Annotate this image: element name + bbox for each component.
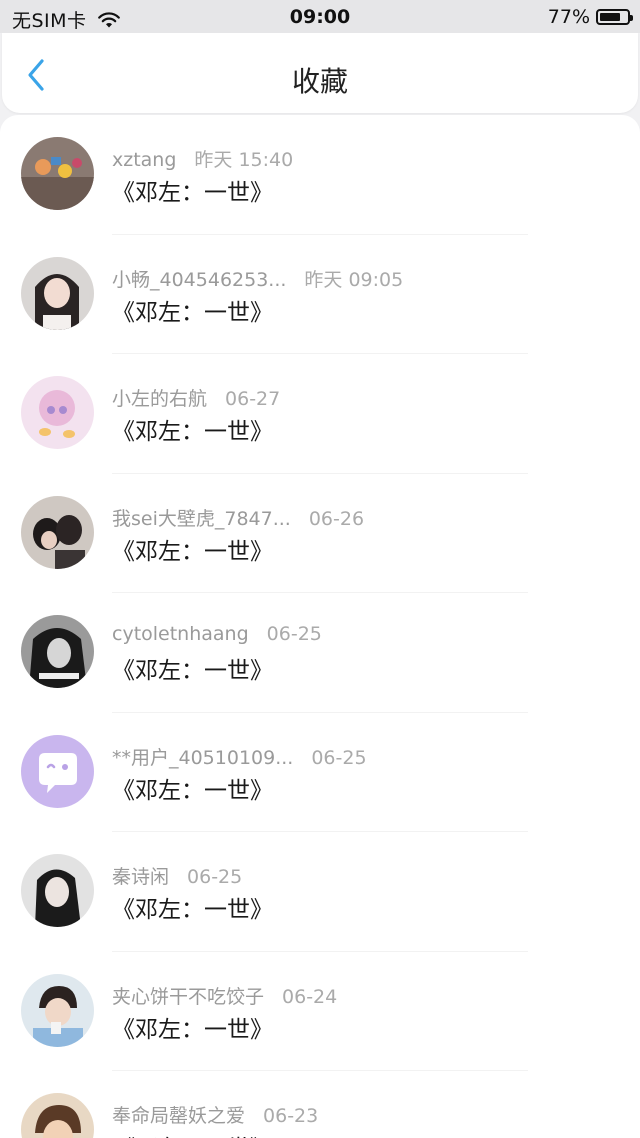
battery-percent: 77% [547, 6, 590, 28]
item-username[interactable]: 秦诗闲 [112, 862, 169, 889]
status-time: 09:00 [289, 6, 351, 28]
item-username[interactable]: **用户_40510109... [112, 743, 293, 770]
item-username[interactable]: 小畅_404546253... [112, 265, 286, 292]
battery-icon [596, 9, 633, 25]
avatar-image [21, 376, 94, 449]
avatar[interactable] [21, 854, 94, 927]
avatar-image [21, 137, 94, 210]
avatar[interactable] [21, 137, 94, 210]
avatar[interactable] [21, 256, 94, 330]
item-time: 06-25 [266, 623, 322, 645]
avatar[interactable] [21, 734, 94, 808]
item-title[interactable]: 《邓左：一世》 [112, 293, 273, 327]
item-time: 昨天 15:40 [194, 149, 294, 171]
item-meta: 夹心饼干不吃饺子 06-24 [112, 982, 337, 1009]
item-title[interactable]: 《邓左：一世》 [112, 1010, 273, 1044]
list-item[interactable]: 秦诗闲 06-25 《邓左：一世》 [0, 832, 640, 952]
item-title[interactable]: 《邓左：一世》 [112, 1129, 273, 1138]
item-username[interactable]: 夹心饼干不吃饺子 [112, 982, 264, 1009]
item-username[interactable]: 小左的右航 [112, 384, 207, 411]
item-username[interactable]: 我sei大壁虎_7847... [112, 504, 291, 531]
battery-level [600, 13, 620, 21]
list-item[interactable]: 我sei大壁虎_7847... 06-26 《邓左：一世》 [0, 474, 640, 593]
item-time: 06-26 [308, 507, 365, 530]
avatar[interactable] [21, 495, 94, 569]
list-item[interactable]: 夹心饼干不吃饺子 06-24 《邓左：一世》 [0, 952, 640, 1071]
avatar-image [21, 854, 94, 927]
avatar[interactable] [21, 376, 94, 449]
item-meta: 我sei大壁虎_7847... 06-26 [112, 504, 364, 531]
item-title[interactable]: 《邓左：一世》 [112, 890, 273, 924]
avatar-image [21, 973, 94, 1047]
item-title[interactable]: 《邓左：一世》 [112, 173, 273, 207]
list-item[interactable]: cytoletnhaang 06-25 《邓左：一世》 [0, 593, 640, 713]
avatar-image [21, 256, 94, 330]
item-title[interactable]: 《邓左：一世》 [112, 771, 273, 805]
item-meta: 奉命局罄妖之爱 06-23 [112, 1101, 318, 1128]
avatar[interactable] [21, 973, 94, 1047]
item-title[interactable]: 《邓左：一世》 [112, 532, 273, 566]
item-title[interactable]: 《邓左：一世》 [112, 412, 273, 446]
list-item[interactable]: 奉命局罄妖之爱 06-23 《邓左：一世》 [0, 1071, 640, 1138]
nav-bar: 收藏 [2, 33, 638, 113]
avatar[interactable] [21, 1093, 94, 1138]
item-meta: 小畅_404546253... 昨天 09:05 [112, 265, 403, 292]
favorites-list: xztang 昨天 15:40 《邓左：一世》 小畅_404546253... … [0, 115, 640, 1138]
avatar-image [21, 495, 94, 569]
avatar-image [21, 734, 94, 808]
avatar[interactable] [21, 615, 94, 688]
item-username[interactable]: 奉命局罄妖之爱 [112, 1101, 245, 1128]
item-time: 06-25 [311, 746, 367, 769]
item-username[interactable]: xztang [112, 149, 176, 171]
avatar-image [21, 615, 94, 688]
item-meta: xztang 昨天 15:40 [112, 145, 293, 172]
page-title: 收藏 [291, 65, 348, 98]
item-time: 06-23 [263, 1105, 319, 1127]
list-item[interactable]: **用户_40510109... 06-25 《邓左：一世》 [0, 713, 640, 832]
item-meta: 小左的右航 06-27 [112, 384, 280, 411]
screen: 无SIM卡 09:00 77% 收藏 xztang 昨天 15:40 《邓左：一… [0, 0, 640, 1138]
item-time: 昨天 09:05 [304, 268, 404, 291]
item-time: 06-27 [225, 388, 281, 410]
status-bar: 无SIM卡 09:00 77% [0, 0, 640, 33]
item-time: 06-24 [282, 985, 338, 1008]
list-item[interactable]: 小左的右航 06-27 《邓左：一世》 [0, 354, 640, 474]
item-meta: cytoletnhaang 06-25 [112, 623, 322, 645]
list-item[interactable]: 小畅_404546253... 昨天 09:05 《邓左：一世》 [0, 235, 640, 354]
status-right: 77% [547, 6, 633, 28]
item-title[interactable]: 《邓左：一世》 [112, 651, 273, 685]
item-meta: **用户_40510109... 06-25 [112, 743, 367, 770]
item-time: 06-25 [187, 866, 243, 888]
list-item[interactable]: xztang 昨天 15:40 《邓左：一世》 [0, 115, 640, 235]
item-username[interactable]: cytoletnhaang [112, 623, 249, 645]
item-meta: 秦诗闲 06-25 [112, 862, 242, 889]
avatar-image [21, 1093, 94, 1138]
